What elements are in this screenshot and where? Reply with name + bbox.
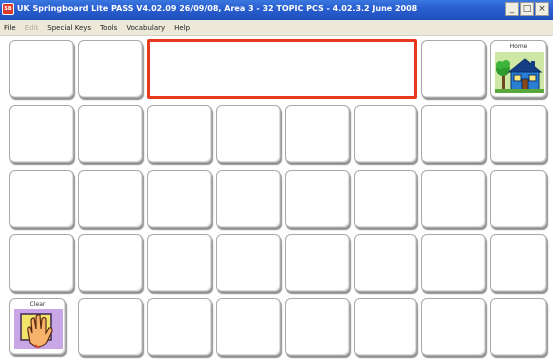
grid-key[interactable] xyxy=(78,298,143,356)
grid-key[interactable] xyxy=(147,170,212,228)
grid-key[interactable] xyxy=(216,105,281,163)
grid-key[interactable] xyxy=(285,234,350,292)
menu-bar: File Edit Special Keys Tools Vocabulary … xyxy=(0,20,553,36)
grid-key[interactable] xyxy=(354,170,417,228)
grid-key[interactable] xyxy=(490,298,547,356)
menu-vocabulary[interactable]: Vocabulary xyxy=(122,24,170,32)
grid-key[interactable] xyxy=(9,105,74,163)
grid-key[interactable] xyxy=(490,105,547,163)
grid-key[interactable] xyxy=(421,105,486,163)
grid-key[interactable] xyxy=(216,234,281,292)
grid-key[interactable] xyxy=(421,234,486,292)
grid-key[interactable] xyxy=(490,170,547,228)
grid-key[interactable] xyxy=(216,298,281,356)
app-icon[interactable]: SB xyxy=(2,3,14,15)
grid-key[interactable] xyxy=(354,298,417,356)
window-controls: _ □ × xyxy=(505,2,549,16)
grid-key[interactable] xyxy=(285,170,350,228)
grid-key[interactable] xyxy=(147,234,212,292)
grid-key[interactable] xyxy=(490,234,547,292)
grid-key[interactable] xyxy=(78,105,143,163)
grid-key[interactable] xyxy=(354,234,417,292)
minimize-button[interactable]: _ xyxy=(505,2,519,16)
grid-key[interactable] xyxy=(421,40,486,98)
home-key[interactable]: Home xyxy=(490,40,547,98)
house-icon xyxy=(495,52,544,93)
grid-key[interactable] xyxy=(285,105,350,163)
keyboard-grid: Home Clear xyxy=(0,36,553,361)
grid-key[interactable] xyxy=(354,105,417,163)
grid-key[interactable] xyxy=(9,234,74,292)
grid-key[interactable] xyxy=(9,170,74,228)
title-bar[interactable]: SB UK Springboard Lite PASS V4.02.09 26/… xyxy=(0,0,553,20)
grid-key[interactable] xyxy=(147,298,212,356)
home-key-label: Home xyxy=(509,43,528,50)
grid-key[interactable] xyxy=(78,40,143,98)
clear-key[interactable]: Clear xyxy=(9,298,66,355)
clear-key-label: Clear xyxy=(29,301,46,308)
menu-edit[interactable]: Edit xyxy=(21,24,44,32)
menu-tools[interactable]: Tools xyxy=(96,24,122,32)
grid-key[interactable] xyxy=(9,40,74,98)
menu-help[interactable]: Help xyxy=(170,24,195,32)
menu-special-keys[interactable]: Special Keys xyxy=(43,24,96,32)
window-title: UK Springboard Lite PASS V4.02.09 26/09/… xyxy=(17,4,418,13)
grid-key[interactable] xyxy=(285,298,350,356)
grid-key[interactable] xyxy=(421,170,486,228)
grid-key[interactable] xyxy=(78,170,143,228)
grid-key[interactable] xyxy=(421,298,486,356)
maximize-button[interactable]: □ xyxy=(520,2,534,16)
grid-key[interactable] xyxy=(216,170,281,228)
grid-key[interactable] xyxy=(78,234,143,292)
menu-file[interactable]: File xyxy=(0,24,21,32)
close-button[interactable]: × xyxy=(535,2,549,16)
grid-key[interactable] xyxy=(147,105,212,163)
wipe-hand-icon xyxy=(14,309,63,349)
message-window[interactable] xyxy=(147,39,417,99)
